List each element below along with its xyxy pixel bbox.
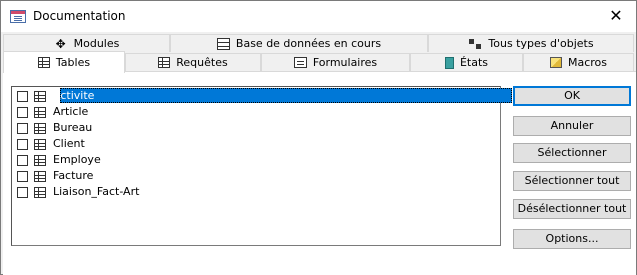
list-item[interactable]: Activite — [14, 88, 512, 104]
item-label: Liaison_Fact-Art — [53, 185, 140, 198]
macro-icon — [549, 57, 562, 68]
tab-label: Base de données en cours — [235, 37, 382, 50]
list-item[interactable]: Liaison_Fact-Art — [14, 184, 500, 200]
deselect-all-button[interactable]: Désélectionner tout — [513, 199, 631, 219]
table-icon — [34, 154, 46, 166]
item-checkbox[interactable] — [17, 170, 28, 182]
item-checkbox[interactable] — [17, 90, 28, 102]
list-item[interactable]: Facture — [14, 168, 500, 184]
list-item[interactable]: Employe — [14, 152, 500, 168]
ok-button[interactable]: OK — [513, 86, 631, 106]
query-icon — [158, 57, 171, 68]
tab-label: Modules — [73, 37, 120, 50]
item-checkbox[interactable] — [17, 154, 28, 166]
item-label: Bureau — [53, 121, 93, 134]
tab-label: Requêtes — [176, 56, 228, 69]
title-bar: Documentation ✕ — [1, 1, 636, 32]
tab-label: Formulaires — [312, 56, 378, 69]
all-objects-icon — [468, 37, 483, 50]
tab-queries[interactable]: Requêtes — [125, 53, 261, 71]
object-list[interactable]: Activite Article Bureau Client Employe F… — [11, 86, 512, 246]
table-icon — [34, 138, 46, 150]
report-icon — [444, 56, 454, 69]
tab-tables[interactable]: Tables — [3, 51, 125, 73]
item-checkbox[interactable] — [17, 122, 28, 134]
table-icon — [34, 170, 46, 182]
tab-label: Macros — [567, 56, 608, 69]
tab-modules[interactable]: ✥ Modules — [3, 34, 170, 52]
item-label: Activite — [53, 89, 95, 102]
tab-label: Tous types d'objets — [488, 37, 594, 50]
options-button[interactable]: Options... — [513, 229, 631, 249]
tab-label: Tables — [55, 56, 91, 69]
form-icon — [293, 57, 307, 68]
tab-current-database[interactable]: Base de données en cours — [170, 34, 428, 52]
tab-macros[interactable]: Macros — [523, 53, 634, 71]
table-icon — [34, 90, 46, 102]
tab-reports[interactable]: États — [410, 53, 523, 71]
select-all-button[interactable]: Sélectionner tout — [513, 171, 631, 191]
list-item[interactable]: Bureau — [14, 120, 500, 136]
list-item[interactable]: Article — [14, 104, 500, 120]
tab-label: États — [459, 56, 489, 69]
table-icon — [34, 106, 46, 118]
selection-highlight — [60, 88, 512, 103]
tab-forms[interactable]: Formulaires — [261, 53, 410, 71]
item-checkbox[interactable] — [17, 138, 28, 150]
table-icon — [34, 186, 46, 198]
item-checkbox[interactable] — [17, 186, 28, 198]
item-label: Client — [53, 137, 85, 150]
table-icon — [34, 122, 46, 134]
item-label: Article — [53, 105, 89, 118]
item-checkbox[interactable] — [17, 106, 28, 118]
table-icon — [37, 57, 50, 68]
documentation-dialog: Documentation ✕ ✥ Modules Base de donnée… — [0, 0, 637, 275]
database-icon — [216, 37, 230, 50]
select-button[interactable]: Sélectionner — [513, 143, 631, 163]
close-icon[interactable]: ✕ — [602, 5, 630, 27]
list-item[interactable]: Client — [14, 136, 500, 152]
tab-all-object-types[interactable]: Tous types d'objets — [428, 34, 634, 52]
cancel-button[interactable]: Annuler — [513, 116, 631, 136]
item-label: Employe — [53, 153, 101, 166]
documenter-app-icon — [10, 10, 26, 23]
module-icon: ✥ — [55, 36, 66, 51]
item-label: Facture — [53, 169, 94, 182]
window-title: Documentation — [33, 9, 126, 23]
